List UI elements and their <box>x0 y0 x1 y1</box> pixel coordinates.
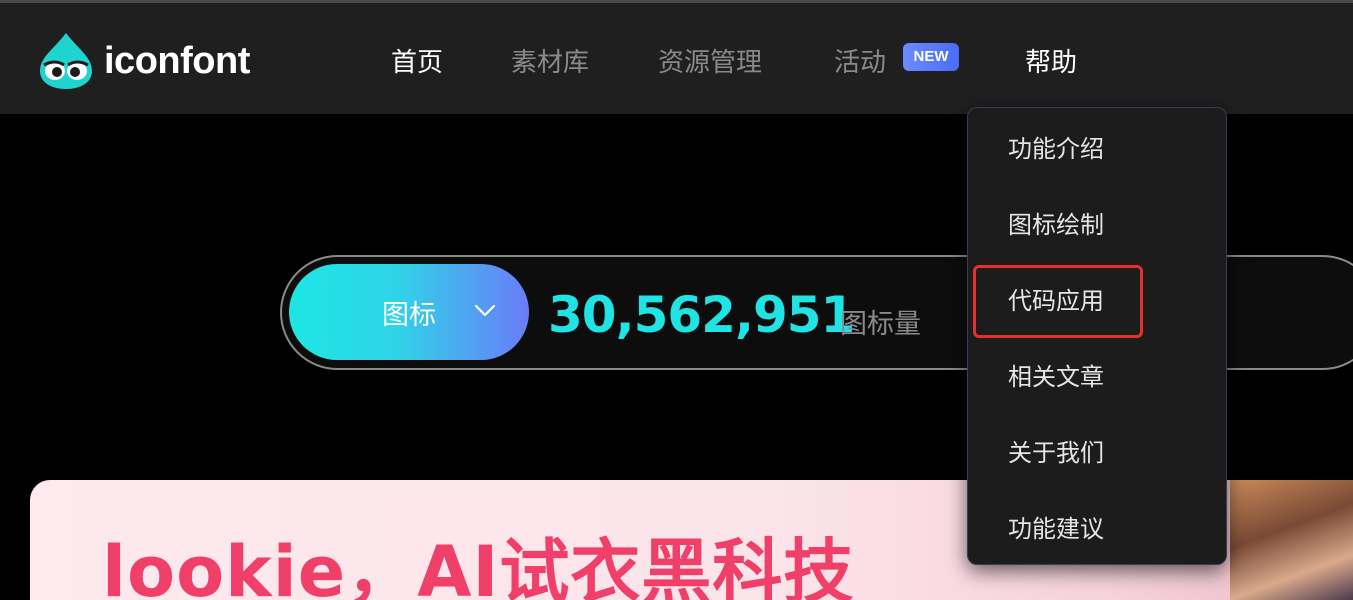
banner-title: lookie，AI试衣黑科技 <box>102 531 855 600</box>
type-select-label: 图标 <box>382 300 436 331</box>
chevron-down-icon <box>474 304 496 317</box>
menu-item-articles[interactable]: 相关文章 <box>1008 362 1104 392</box>
menu-item-about[interactable]: 关于我们 <box>1008 438 1104 468</box>
new-badge: NEW <box>903 43 959 71</box>
nav-library[interactable]: 素材库 <box>511 43 589 83</box>
nav-help[interactable]: 帮助 <box>1025 43 1077 83</box>
banner-photo <box>1230 480 1353 600</box>
main-nav: 首页 素材库 资源管理 活动 帮助 <box>0 43 1353 87</box>
nav-home[interactable]: 首页 <box>391 43 443 83</box>
help-dropdown-menu: 功能介绍 图标绘制 代码应用 相关文章 关于我们 功能建议 <box>967 107 1227 565</box>
menu-item-code-usage[interactable]: 代码应用 <box>1008 286 1104 316</box>
nav-resources[interactable]: 资源管理 <box>658 43 762 83</box>
menu-item-icon-drawing[interactable]: 图标绘制 <box>1008 210 1104 240</box>
icon-count-unit: 图标量 <box>840 309 921 340</box>
menu-item-feedback[interactable]: 功能建议 <box>1008 514 1104 544</box>
icon-count: 30,562,951 <box>548 286 855 344</box>
menu-item-features[interactable]: 功能介绍 <box>1008 134 1104 164</box>
top-navbar: iconfont 首页 素材库 资源管理 活动 帮助 <box>0 0 1353 114</box>
nav-activity[interactable]: 活动 <box>834 43 886 83</box>
